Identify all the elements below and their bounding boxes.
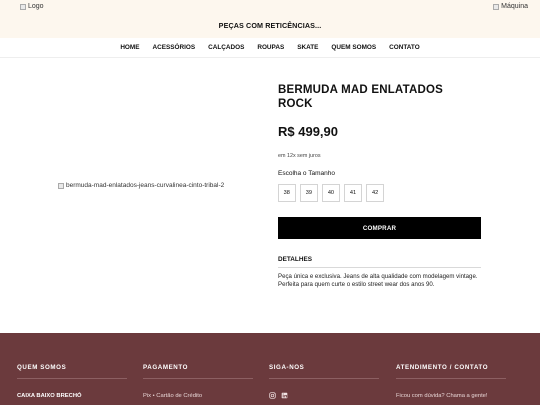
nav-item-acessorios[interactable]: ACESSÓRIOS	[146, 44, 202, 51]
social-links	[269, 392, 288, 399]
size-option-40[interactable]: 40	[322, 184, 340, 202]
footer-heading: QUEM SOMOS	[17, 364, 67, 371]
instagram-icon[interactable]	[269, 392, 276, 399]
machine-alt-text: Máquina	[501, 3, 528, 10]
nav-item-roupas[interactable]: ROUPAS	[251, 44, 291, 51]
size-option-38[interactable]: 38	[278, 184, 296, 202]
footer-heading: PAGAMENTO	[143, 364, 189, 371]
top-header: Logo Máquina PEÇAS COM RETICÊNCIAS...	[0, 0, 540, 40]
nav-item-skate[interactable]: SKATE	[291, 44, 325, 51]
size-option-41[interactable]: 41	[344, 184, 362, 202]
footer: QUEM SOMOS CAIXA BAIXO BRECHÓ PAGAMENTO …	[0, 333, 540, 405]
footer-divider	[143, 378, 253, 379]
main-nav: HOME ACESSÓRIOS CALÇADOS ROUPAS SKATE QU…	[0, 38, 540, 58]
product-image-alt: bermuda-mad-enlatados-jeans-curvalinea-c…	[66, 182, 225, 189]
nav-item-home[interactable]: HOME	[114, 44, 146, 51]
nav-item-calcados[interactable]: CALÇADOS	[202, 44, 251, 51]
machine-image: Máquina	[493, 3, 528, 10]
buy-button[interactable]: COMPRAR	[278, 217, 481, 239]
broken-image-icon	[58, 182, 64, 189]
footer-divider	[17, 378, 127, 379]
nav-item-contato[interactable]: CONTATO	[383, 44, 427, 51]
details-heading: DETALHES	[278, 256, 481, 268]
footer-divider	[269, 378, 379, 379]
product-image[interactable]: bermuda-mad-enlatados-jeans-curvalinea-c…	[58, 182, 224, 189]
footer-heading: SIGA-NOS	[269, 364, 305, 371]
footer-link-caixa-baixo[interactable]: CAIXA BAIXO BRECHÓ	[17, 393, 82, 399]
size-selector: 38 39 40 41 42	[278, 184, 384, 202]
product-price: R$ 499,90	[278, 124, 338, 139]
broken-image-icon	[20, 3, 26, 10]
payment-methods: Pix • Cartão de Crédito	[143, 393, 203, 399]
footer-heading: ATENDIMENTO / CONTATO	[396, 364, 489, 371]
linkedin-icon[interactable]	[281, 392, 288, 399]
size-label: Escolha o Tamanho	[278, 170, 335, 177]
logo-alt-text: Logo	[28, 3, 44, 10]
installments-text: em 12x sem juros	[278, 153, 321, 159]
nav-item-quem-somos[interactable]: QUEM SOMOS	[325, 44, 383, 51]
size-option-42[interactable]: 42	[366, 184, 384, 202]
tagline: PEÇAS COM RETICÊNCIAS...	[218, 21, 322, 30]
details-text: Peça única e exclusiva. Jeans de alta qu…	[278, 273, 478, 289]
broken-image-icon	[493, 3, 500, 10]
logo[interactable]: Logo	[20, 3, 44, 10]
product-title: BERMUDA MAD ENLATADOS ROCK	[278, 84, 443, 110]
contact-text[interactable]: Ficou com dúvida? Chama a gente!	[396, 393, 488, 399]
footer-divider	[396, 378, 506, 379]
size-option-39[interactable]: 39	[300, 184, 318, 202]
